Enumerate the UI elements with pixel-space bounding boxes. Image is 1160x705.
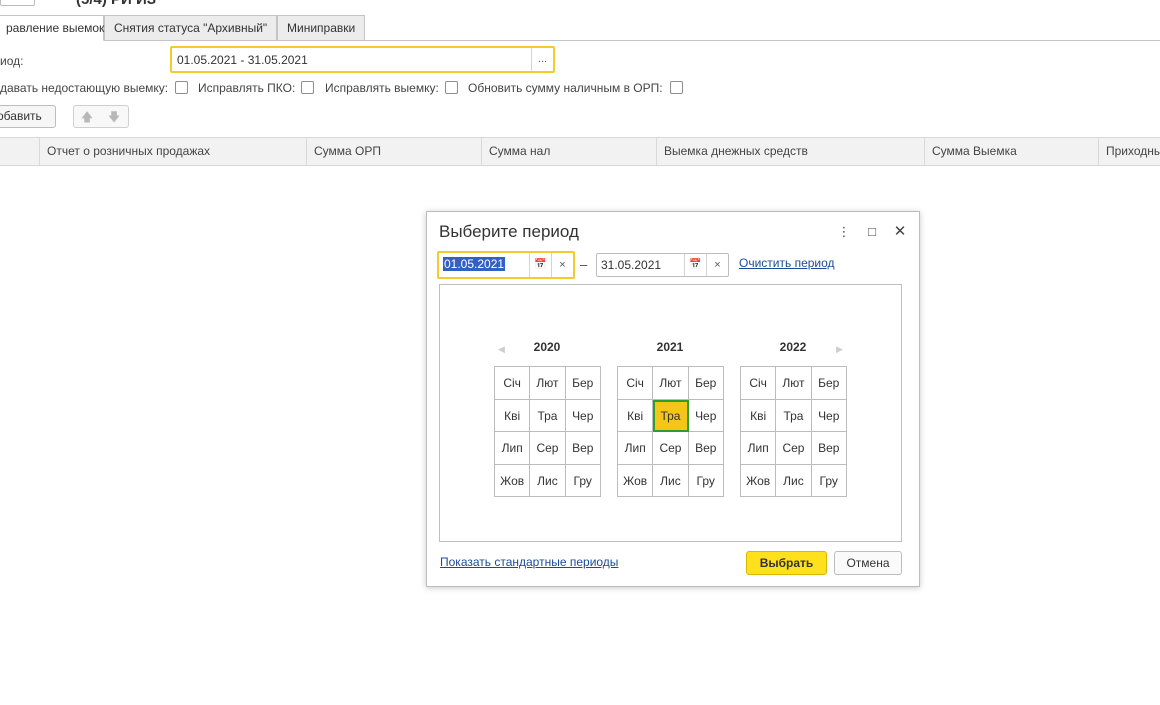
month-cell[interactable]: Тра <box>776 399 812 432</box>
update-cash-sum-label: Обновить сумму наличным в ОРП: <box>468 81 663 95</box>
month-cell[interactable]: Лис <box>776 464 812 497</box>
arrow-down-icon[interactable]: 🡇 <box>101 108 127 126</box>
month-cell[interactable]: Бер <box>688 367 724 400</box>
month-cell[interactable]: Жов <box>495 464 531 497</box>
dialog-title: Выберите период <box>439 222 579 241</box>
column-header[interactable]: Сумма Выемка <box>924 138 1098 165</box>
close-icon[interactable]: ✕ <box>891 224 909 240</box>
column-header[interactable]: Приходны <box>1098 138 1160 165</box>
month-grid-2022: Січ Лют Бер Кві Тра Чер Лип Сер Вер Жов Лис Гру <box>740 366 847 497</box>
select-period-dialog: Выберите период ⋮ □ ✕ 01.05.2021 📅 × – 3… <box>426 211 920 587</box>
create-missing-withdrawal-label: давать недостающую выемку: <box>0 81 169 95</box>
period-label: иод: <box>0 54 24 68</box>
month-cell[interactable]: Січ <box>618 367 654 400</box>
month-cell[interactable]: Лип <box>618 432 654 465</box>
month-cell[interactable]: Бер <box>811 367 847 400</box>
month-cell[interactable]: Сер <box>653 432 689 465</box>
month-cell[interactable]: Чер <box>811 399 847 432</box>
date-range-dash: – <box>580 257 588 272</box>
year-label: 2022 <box>779 340 807 354</box>
column-header[interactable]: Отчет о розничных продажах <box>39 138 306 165</box>
tab-label: Миниправки <box>287 21 356 35</box>
calendar-icon[interactable]: 📅 <box>684 254 706 276</box>
show-standard-periods-link[interactable]: Показать стандартные периоды <box>440 555 618 569</box>
period-select-button[interactable]: ... <box>531 48 553 71</box>
month-cell[interactable]: Лют <box>776 367 812 400</box>
cancel-button[interactable]: Отмена <box>834 551 902 575</box>
month-cell[interactable]: Січ <box>495 367 531 400</box>
tab-mini-corrections[interactable]: Миниправки <box>277 15 365 41</box>
month-cell[interactable]: Тра <box>530 399 566 432</box>
fix-pko-label: Исправлять ПКО: <box>198 81 296 95</box>
page-title: (5/4) РИ ИЗ <box>76 0 156 8</box>
back-button[interactable] <box>0 0 35 6</box>
month-cell[interactable]: Жов <box>741 464 777 497</box>
month-cell[interactable]: Чер <box>688 399 724 432</box>
month-cell[interactable]: Лип <box>495 432 531 465</box>
more-options-icon[interactable]: ⋮ <box>835 224 853 240</box>
arrow-up-icon[interactable]: 🡅 <box>74 108 100 126</box>
tab-label: равление выемок <box>6 21 105 35</box>
fix-withdrawal-checkbox[interactable] <box>445 81 458 94</box>
month-cell[interactable]: Тра <box>653 399 689 432</box>
year-label: 2021 <box>656 340 684 354</box>
date-from-field[interactable]: 01.05.2021 📅 × <box>437 251 575 279</box>
column-header[interactable]: Сумма ОРП <box>306 138 481 165</box>
month-cell[interactable]: Кві <box>741 399 777 432</box>
month-grid-2021: Січ Лют Бер Кві Тра Чер Лип Сер Вер Жов Лис Гру <box>617 366 724 497</box>
date-from-value: 01.05.2021 <box>443 257 506 271</box>
month-cell[interactable]: Вер <box>811 432 847 465</box>
tab-cash-withdrawal-correction[interactable]: равление выемок <box>0 15 104 41</box>
month-cell[interactable]: Січ <box>741 367 777 400</box>
month-cell[interactable]: Лис <box>653 464 689 497</box>
period-field[interactable]: 01.05.2021 - 31.05.2021 ... <box>170 46 555 73</box>
column-header[interactable]: Выемка днежных средств <box>656 138 924 165</box>
date-to-field[interactable]: 31.05.2021 📅 × <box>596 253 729 277</box>
month-cell[interactable]: Гру <box>811 464 847 497</box>
create-missing-withdrawal-checkbox[interactable] <box>175 81 188 94</box>
month-cell[interactable]: Кві <box>618 399 654 432</box>
tab-bar-divider <box>0 40 1160 41</box>
add-button[interactable]: обавить <box>0 105 56 128</box>
clear-icon[interactable]: × <box>551 253 573 277</box>
month-cell[interactable]: Чер <box>565 399 601 432</box>
column-header[interactable]: Сумма нал <box>481 138 656 165</box>
month-cell[interactable]: Сер <box>776 432 812 465</box>
maximize-icon[interactable]: □ <box>863 224 881 240</box>
add-button-label: обавить <box>0 109 42 123</box>
date-to-value: 31.05.2021 <box>601 258 662 272</box>
column-header-marker[interactable] <box>0 138 39 165</box>
month-cell[interactable]: Сер <box>530 432 566 465</box>
fix-withdrawal-label: Исправлять выемку: <box>325 81 439 95</box>
period-value: 01.05.2021 - 31.05.2021 <box>177 53 308 67</box>
month-cell[interactable]: Вер <box>688 432 724 465</box>
update-cash-sum-checkbox[interactable] <box>670 81 683 94</box>
month-cell[interactable]: Гру <box>565 464 601 497</box>
clear-period-link[interactable]: Очистить период <box>739 256 835 270</box>
tab-label: Снятия статуса "Архивный" <box>114 21 268 35</box>
month-cell[interactable]: Жов <box>618 464 654 497</box>
select-button[interactable]: Выбрать <box>746 551 827 575</box>
month-cell[interactable]: Лип <box>741 432 777 465</box>
tab-archive-status-removal[interactable]: Снятия статуса "Архивный" <box>104 15 277 41</box>
month-picker: ◀ ▶ 2020 2021 2022 Січ Лют Бер Кві Тра Чер Лип… <box>439 284 902 542</box>
clear-icon[interactable]: × <box>706 254 728 276</box>
calendar-icon[interactable]: 📅 <box>529 253 551 277</box>
move-buttons-group: 🡅 🡇 <box>73 105 129 128</box>
month-cell[interactable]: Гру <box>688 464 724 497</box>
month-grid-2020: Січ Лют Бер Кві Тра Чер Лип Сер Вер Жов Лис Гру <box>494 366 601 497</box>
month-cell[interactable]: Кві <box>495 399 531 432</box>
month-cell[interactable]: Лют <box>530 367 566 400</box>
fix-pko-checkbox[interactable] <box>301 81 314 94</box>
year-label: 2020 <box>533 340 561 354</box>
month-cell[interactable]: Вер <box>565 432 601 465</box>
table-header: Отчет о розничных продажах Сумма ОРП Сум… <box>0 137 1160 166</box>
month-cell[interactable]: Лют <box>653 367 689 400</box>
month-cell[interactable]: Бер <box>565 367 601 400</box>
month-cell[interactable]: Лис <box>530 464 566 497</box>
